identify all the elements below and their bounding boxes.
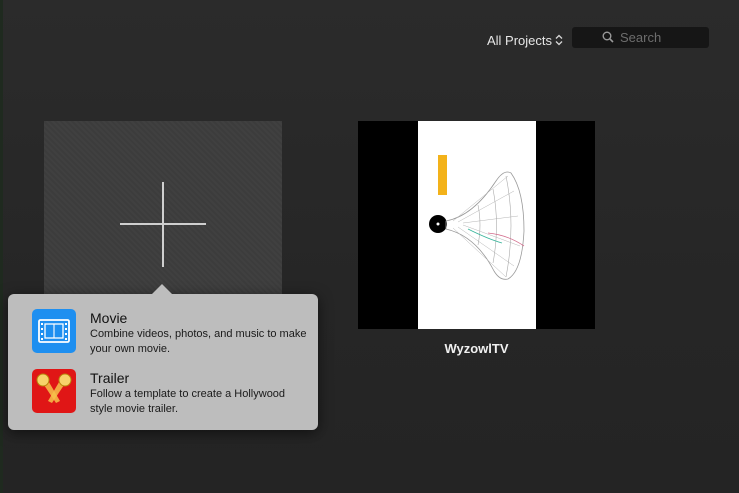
window-edge	[0, 0, 3, 493]
projects-filter-label: All Projects	[487, 32, 553, 48]
menu-item-movie-title: Movie	[90, 310, 128, 326]
search-field[interactable]	[572, 27, 710, 48]
projects-filter-dropdown[interactable]: All Projects	[487, 31, 563, 49]
popover-arrow	[152, 284, 172, 294]
trailer-spotlights-icon	[32, 369, 76, 413]
project-thumbnail[interactable]	[358, 121, 595, 329]
project-title[interactable]: WyzowlTV	[358, 341, 595, 356]
wormhole-illustration	[429, 155, 525, 280]
menu-item-trailer-description: Follow a template to create a Hollywood …	[90, 388, 286, 415]
menu-item-trailer[interactable]: Trailer Follow a template to create a Ho…	[8, 369, 318, 425]
new-project-popover: Movie Combine videos, photos, and music …	[8, 284, 318, 430]
search-icon	[602, 31, 614, 43]
menu-item-trailer-title: Trailer	[90, 370, 130, 386]
imovie-projects-browser: All Projects Search WyzowlTV Movie Combi…	[0, 0, 739, 493]
yellow-badge	[438, 155, 447, 195]
menu-item-movie-description: Combine videos, photos, and music to mak…	[90, 328, 307, 355]
menu-item-movie[interactable]: Movie Combine videos, photos, and music …	[8, 309, 318, 365]
search-input[interactable]	[620, 30, 710, 45]
up-down-chevron-icon	[555, 34, 563, 46]
create-new-project-tile[interactable]	[44, 121, 282, 301]
project-preview-frame	[418, 121, 536, 329]
plus-icon-vertical	[162, 182, 164, 267]
movie-film-icon	[32, 309, 76, 353]
